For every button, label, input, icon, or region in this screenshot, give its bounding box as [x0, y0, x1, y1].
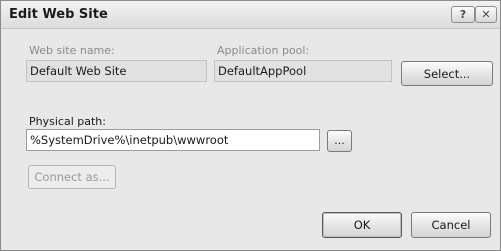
browse-path-button[interactable]: ... [327, 130, 352, 152]
web-site-name-field: Default Web Site [26, 60, 207, 82]
close-icon: ✕ [481, 8, 491, 21]
application-pool-field: DefaultAppPool [214, 60, 392, 82]
title-bar[interactable]: Edit Web Site ? ✕ [1, 1, 500, 29]
close-button[interactable]: ✕ [475, 6, 497, 23]
edit-web-site-dialog: Edit Web Site ? ✕ Web site name: Default… [0, 0, 501, 251]
physical-path-label: Physical path: [29, 115, 106, 128]
cancel-button[interactable]: Cancel [411, 212, 491, 238]
select-app-pool-button[interactable]: Select... [401, 61, 493, 86]
physical-path-input[interactable]: %SystemDrive%\inetpub\wwwroot [26, 129, 320, 151]
connect-as-button[interactable]: Connect as... [28, 165, 116, 189]
ok-button[interactable]: OK [322, 212, 402, 238]
help-icon: ? [459, 8, 467, 21]
dialog-title: Edit Web Site [9, 7, 108, 22]
web-site-name-label: Web site name: [29, 44, 115, 57]
application-pool-label: Application pool: [217, 44, 310, 57]
help-button[interactable]: ? [451, 6, 475, 23]
